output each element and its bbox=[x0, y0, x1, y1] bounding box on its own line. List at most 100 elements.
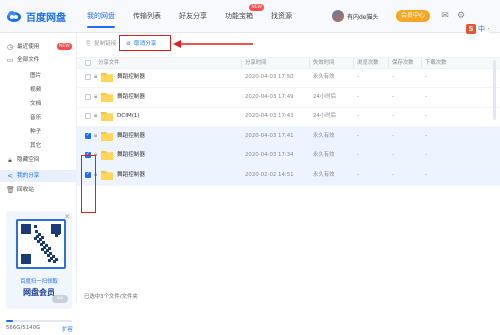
file-name[interactable]: 舞蹈控制器 bbox=[117, 68, 145, 87]
sidebar-item-label: 种子 bbox=[30, 129, 42, 135]
qr-module bbox=[37, 240, 40, 243]
copy-link-button[interactable]: ⎘ 复制链接 bbox=[85, 38, 116, 50]
share-time: 2020-04-03 17:50 bbox=[245, 74, 294, 80]
scrollbar[interactable] bbox=[493, 60, 496, 120]
gear-icon[interactable]: ⚙ bbox=[456, 10, 466, 22]
table-row[interactable]: 🔒︎ 舞蹈控制器 2020-04-03 17:41 永久有效 - - - bbox=[77, 126, 500, 147]
column-header[interactable]: 保存次数 bbox=[388, 58, 414, 68]
table-row[interactable]: 🔒︎ DCIM(1) 2020-04-03 17:43 24小时后 - - - bbox=[77, 107, 500, 127]
table-row[interactable]: 🔒︎舞蹈控制器2020-04-03 17:34永久有效--- bbox=[77, 146, 500, 166]
baidu-cloud-logo-icon bbox=[7, 11, 21, 22]
table-row[interactable]: 🔒︎ 舞蹈控制器 2020-04-03 17:49 24小时后 - - - bbox=[77, 88, 500, 108]
file-name[interactable]: 舞蹈控制器 bbox=[117, 166, 145, 185]
cancel-share-button[interactable]: ⊘ 取消分享 bbox=[125, 38, 156, 50]
tab-label: 功能宝箱 bbox=[225, 12, 253, 20]
folder-icon bbox=[101, 73, 113, 82]
window-controls: ✉ ⚙ bbox=[440, 10, 466, 22]
qr-module bbox=[55, 234, 58, 237]
qr-module bbox=[44, 251, 47, 254]
expire-time: 24小时后 bbox=[313, 113, 337, 119]
trash-icon: 🗑︎ bbox=[6, 186, 15, 194]
tab-1[interactable]: 传输列表 bbox=[124, 0, 170, 32]
file-name[interactable]: 舞蹈控制器 bbox=[117, 88, 145, 107]
sidebar-item[interactable]: 音乐 bbox=[0, 112, 76, 124]
sidebar-item[interactable]: 🗑︎ 回收站 bbox=[0, 184, 76, 196]
qr-module bbox=[53, 260, 56, 263]
expand-storage-link[interactable]: 扩容 bbox=[62, 325, 73, 333]
table-row[interactable]: 🔒︎舞蹈控制器2020-02-02 14:51永久有效--- bbox=[77, 165, 500, 186]
column-header[interactable]: 分享时间 bbox=[241, 58, 267, 68]
main-panel: ⎘ 复制链接 ⊘ 取消分享 分享文件 分享时间 失效时间 浏览次数 保存次数 下载次… bbox=[77, 33, 500, 302]
download-count: - bbox=[425, 113, 427, 119]
folder-icon bbox=[101, 170, 113, 180]
view-count: - bbox=[357, 113, 359, 119]
sidebar-item-label: 其它 bbox=[30, 143, 42, 149]
folder-icon bbox=[101, 112, 113, 121]
username[interactable]: 有内de猫头 bbox=[347, 12, 379, 21]
qr-module bbox=[34, 237, 37, 240]
tab-2[interactable]: 好友分享 bbox=[170, 0, 216, 32]
sidebar-item[interactable]: 文档 bbox=[0, 98, 76, 110]
cancel-icon: ⊘ bbox=[126, 41, 131, 47]
file-name[interactable]: DCIM(1) bbox=[117, 107, 140, 126]
mail-icon[interactable]: ✉ bbox=[440, 10, 450, 22]
qr-module bbox=[40, 243, 43, 246]
clock-icon: ◷ bbox=[6, 43, 14, 51]
file-icon: ▭ bbox=[6, 56, 14, 64]
download-count: - bbox=[425, 93, 427, 100]
column-header[interactable]: 失效时间 bbox=[309, 58, 335, 68]
column-header[interactable]: 下载次数 bbox=[421, 58, 447, 68]
file-name[interactable]: 舞蹈控制器 bbox=[117, 127, 145, 146]
sidebar-item-label: 视频 bbox=[30, 87, 42, 93]
expire-time: 24小时后 bbox=[313, 93, 337, 100]
sidebar-item[interactable]: ▭ 全部文件 bbox=[0, 54, 76, 66]
sidebar-item[interactable]: 其它 bbox=[0, 140, 76, 152]
tab-label: 好友分享 bbox=[179, 12, 207, 20]
share-time: 2020-04-03 17:34 bbox=[245, 152, 294, 158]
vip-center-button[interactable]: 会员中心 bbox=[396, 10, 430, 22]
qr-module bbox=[41, 248, 44, 251]
file-name[interactable]: 舞蹈控制器 bbox=[117, 146, 145, 165]
row-checkbox[interactable] bbox=[85, 132, 91, 139]
column-header[interactable]: 分享文件 bbox=[98, 58, 120, 68]
lock-icon: 🔒︎ bbox=[94, 73, 98, 80]
table-row[interactable]: 🔒︎ 舞蹈控制器 2020-04-03 17:50 永久有效 - - - bbox=[77, 68, 500, 88]
app-logo: 百度网盘 bbox=[6, 7, 78, 25]
sidebar-item[interactable]: < 我的分享 bbox=[0, 170, 76, 182]
sidebar-item[interactable]: 🔒︎ 隐藏空间 bbox=[0, 154, 76, 166]
row-checkbox[interactable] bbox=[85, 74, 91, 80]
sidebar-item[interactable]: 种子 bbox=[0, 126, 76, 138]
selection-status: 已选中3个文件/文件夹 bbox=[84, 294, 138, 300]
title-bar: 百度网盘 我的网盘 传输列表 好友分享 功能宝箱 NEW 找资源 有内de猫头 会员中心 … bbox=[0, 0, 500, 34]
view-count: - bbox=[357, 171, 359, 178]
user-profile[interactable]: 有内de猫头 bbox=[332, 10, 379, 22]
folder-icon bbox=[101, 151, 113, 160]
column-header[interactable]: 浏览次数 bbox=[353, 58, 379, 68]
status-bar: 已选中3个文件/文件夹 bbox=[0, 290, 500, 302]
row-checkbox[interactable] bbox=[85, 93, 91, 100]
sidebar-item[interactable]: 图片 bbox=[0, 70, 76, 82]
storage-usage: 566G/5140G 扩容 bbox=[6, 320, 76, 335]
sidebar-item[interactable]: ◷ 最近使用 NEW bbox=[0, 41, 76, 53]
save-count: - bbox=[392, 132, 394, 139]
sidebar-item-label: 音乐 bbox=[30, 115, 42, 121]
tab-4[interactable]: 找资源 bbox=[262, 0, 301, 32]
lock-icon: 🔒︎ bbox=[94, 112, 98, 119]
select-all-checkbox[interactable] bbox=[85, 60, 91, 66]
storage-text: 566G/5140G bbox=[6, 325, 41, 331]
qr-module bbox=[35, 230, 38, 233]
qr-module bbox=[34, 225, 37, 228]
app-name: 百度网盘 bbox=[26, 12, 66, 24]
qr-module bbox=[51, 226, 54, 229]
expire-time: 永久有效 bbox=[313, 132, 335, 139]
row-checkbox[interactable] bbox=[85, 113, 91, 119]
tab-3[interactable]: 功能宝箱 NEW bbox=[216, 0, 264, 32]
sidebar-item[interactable]: 视频 bbox=[0, 84, 76, 96]
save-count: - bbox=[392, 93, 394, 100]
share-icon: < bbox=[7, 172, 13, 180]
share-time: 2020-04-03 17:41 bbox=[245, 132, 294, 139]
storage-bar bbox=[6, 320, 72, 322]
avatar[interactable] bbox=[332, 10, 344, 22]
download-count: - bbox=[425, 132, 427, 139]
tab-0[interactable]: 我的网盘 bbox=[78, 0, 124, 32]
